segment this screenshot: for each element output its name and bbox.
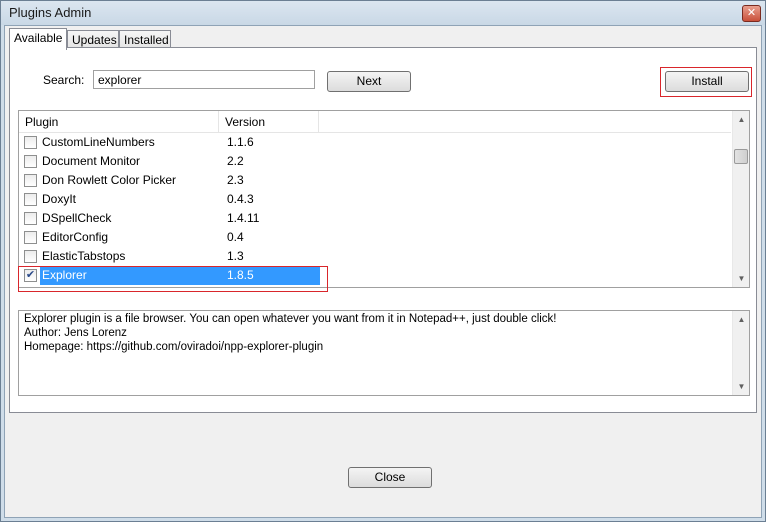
list-item[interactable]: DSpellCheck 1.4.11 [19, 209, 731, 228]
description-scrollbar[interactable]: ▲ ▼ [732, 311, 749, 395]
plugin-name: ElasticTabstops [42, 249, 126, 263]
plugin-list[interactable]: Plugin Version CustomLineNumbers 1.1.6 D… [18, 110, 750, 288]
scroll-thumb[interactable] [734, 149, 748, 164]
scroll-down-arrow-icon[interactable]: ▼ [733, 270, 749, 287]
description-line: Explorer plugin is a file browser. You c… [24, 313, 557, 325]
plugin-version: 0.4.3 [227, 192, 254, 206]
scroll-up-arrow-icon[interactable]: ▲ [733, 111, 749, 128]
plugin-description-box[interactable]: Explorer plugin is a file browser. You c… [18, 310, 750, 396]
title-bar[interactable]: Plugins Admin ✕ [1, 1, 765, 25]
plugin-checkbox[interactable] [24, 212, 37, 225]
dialog-client-area: Available Updates Installed Search: Next… [4, 25, 762, 518]
plugin-version: 1.1.6 [227, 135, 254, 149]
plugin-name: EditorConfig [42, 230, 109, 244]
scroll-down-arrow-icon[interactable]: ▼ [733, 378, 749, 395]
plugin-version: 2.2 [227, 154, 244, 168]
list-item[interactable]: Document Monitor 2.2 [19, 152, 731, 171]
next-button[interactable]: Next [327, 71, 411, 92]
plugin-name: Document Monitor [42, 154, 141, 168]
available-tab-panel: Search: Next Install Plugin Version Cust… [9, 47, 757, 413]
plugin-checkbox[interactable] [24, 231, 37, 244]
plugin-name: Don Rowlett Color Picker [42, 173, 177, 187]
search-label: Search: [43, 73, 85, 87]
plugin-version: 1.4.11 [227, 211, 260, 225]
plugin-version: 2.3 [227, 173, 244, 187]
search-input[interactable] [93, 70, 315, 89]
plugin-name: DSpellCheck [42, 211, 112, 225]
plugin-version: 0.4 [227, 230, 244, 244]
plugins-admin-window: Plugins Admin ✕ Available Updates Instal… [0, 0, 766, 522]
plugin-checkbox[interactable] [24, 174, 37, 187]
window-title: Plugins Admin [9, 5, 92, 20]
plugin-checkbox[interactable] [24, 193, 37, 206]
plugin-checkbox[interactable] [24, 155, 37, 168]
close-button[interactable]: Close [348, 467, 432, 488]
list-item[interactable]: DoxyIt 0.4.3 [19, 190, 731, 209]
column-header-plugin[interactable]: Plugin [19, 111, 219, 133]
description-line: Homepage: https://github.com/oviradoi/np… [24, 341, 324, 353]
plugin-version: 1.3 [227, 249, 244, 263]
plugin-checkbox[interactable] [24, 136, 37, 149]
explorer-highlight-box [18, 266, 328, 292]
list-item[interactable]: Don Rowlett Color Picker 2.3 [19, 171, 731, 190]
tab-available[interactable]: Available [9, 28, 67, 50]
list-item[interactable]: CustomLineNumbers 1.1.6 [19, 133, 731, 152]
plugin-name: DoxyIt [42, 192, 77, 206]
description-line: Author: Jens Lorenz [24, 327, 127, 339]
list-item[interactable]: EditorConfig 0.4 [19, 228, 731, 247]
list-item[interactable]: ElasticTabstops 1.3 [19, 247, 731, 266]
close-window-button[interactable]: ✕ [742, 5, 761, 22]
scroll-up-arrow-icon[interactable]: ▲ [733, 311, 749, 328]
plugin-name: CustomLineNumbers [42, 135, 155, 149]
list-header: Plugin Version [19, 111, 731, 133]
plugin-checkbox[interactable] [24, 250, 37, 263]
column-header-version[interactable]: Version [219, 111, 319, 133]
list-scrollbar[interactable]: ▲ ▼ [732, 111, 749, 287]
close-icon: ✕ [746, 7, 757, 19]
install-button[interactable]: Install [665, 71, 749, 92]
